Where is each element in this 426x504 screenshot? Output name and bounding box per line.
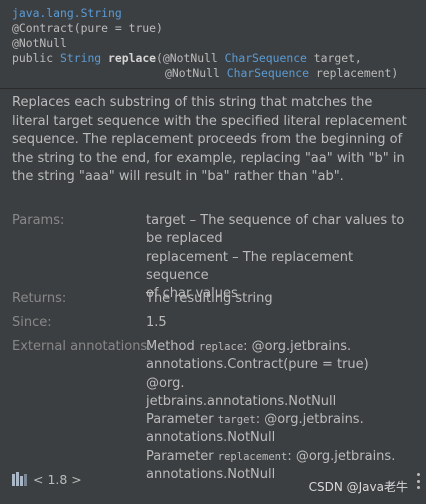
returns-label: Returns: [12, 291, 67, 306]
returns-value: The resulting string [146, 291, 273, 306]
external-annotations-label: External annotations: [12, 339, 152, 354]
more-options-icon[interactable] [416, 473, 420, 489]
annotation-code: replace [198, 341, 244, 353]
annotation-code: replacement [217, 450, 288, 463]
signature-separator [0, 88, 426, 89]
quick-documentation-popup: java.lang.String @Contract(pure = true) … [0, 0, 426, 504]
external-annotations-value: Method replace: @org.jetbrains. annotati… [146, 338, 408, 484]
return-type-link[interactable]: String [60, 51, 101, 65]
contract-annotation: @Contract(pure = true) [12, 21, 163, 35]
annotation-line: Parameter replacement: @org.jetbrains. [146, 448, 408, 466]
watermark: CSDN @Java老牛 [308, 480, 408, 494]
param-annotation-text: (@NotNull [156, 51, 225, 65]
method-description: Replaces each substring of this string t… [12, 95, 407, 184]
param-line: be replaced [146, 231, 223, 247]
annotation-text: : @org.jetbrains. [255, 412, 364, 428]
library-version[interactable]: < 1.8 > [33, 472, 82, 487]
param-annotation-text-2: @NotNull [165, 66, 227, 80]
modifier-text: public [12, 51, 61, 65]
param-line: replacement – The replacement sequence [146, 249, 354, 283]
annotation-line: Method replace: @org.jetbrains. [146, 338, 408, 356]
library-icon [12, 472, 27, 486]
param-type-link-replacement[interactable]: CharSequence [227, 66, 309, 80]
annotation-text: : @org.jetbrains. [287, 448, 396, 464]
annotation-line: Parameter target: @org.jetbrains. [146, 411, 408, 429]
method-name: replace [108, 51, 157, 65]
annotation-code: target [217, 414, 256, 427]
params-label: Params: [12, 213, 65, 228]
annotation-line: jetbrains.annotations.NotNull [146, 393, 337, 409]
param-type-link-target[interactable]: CharSequence [225, 51, 307, 65]
annotation-line: annotations.NotNull [146, 430, 276, 446]
class-link[interactable]: java.lang.String [12, 6, 122, 20]
annotation-text: : @org.jetbrains. [243, 339, 352, 354]
notnull-annotation: @NotNull [12, 36, 67, 50]
annotation-text: Method [146, 339, 199, 354]
library-footer[interactable]: < 1.8 > [12, 469, 82, 489]
space-text [101, 51, 108, 65]
param-name-target: target, [306, 51, 362, 65]
annotation-line: annotations.Contract(pure = true) @org. [146, 357, 369, 391]
since-label: Since: [12, 315, 52, 330]
annotation-text: Parameter [146, 412, 218, 428]
method-signature: java.lang.String @Contract(pure = true) … [0, 0, 426, 88]
param-line: target – The sequence of char values to [146, 213, 405, 228]
since-value: 1.5 [146, 315, 167, 330]
param-name-replacement: replacement) [309, 66, 399, 80]
annotation-text: Parameter [146, 448, 218, 464]
